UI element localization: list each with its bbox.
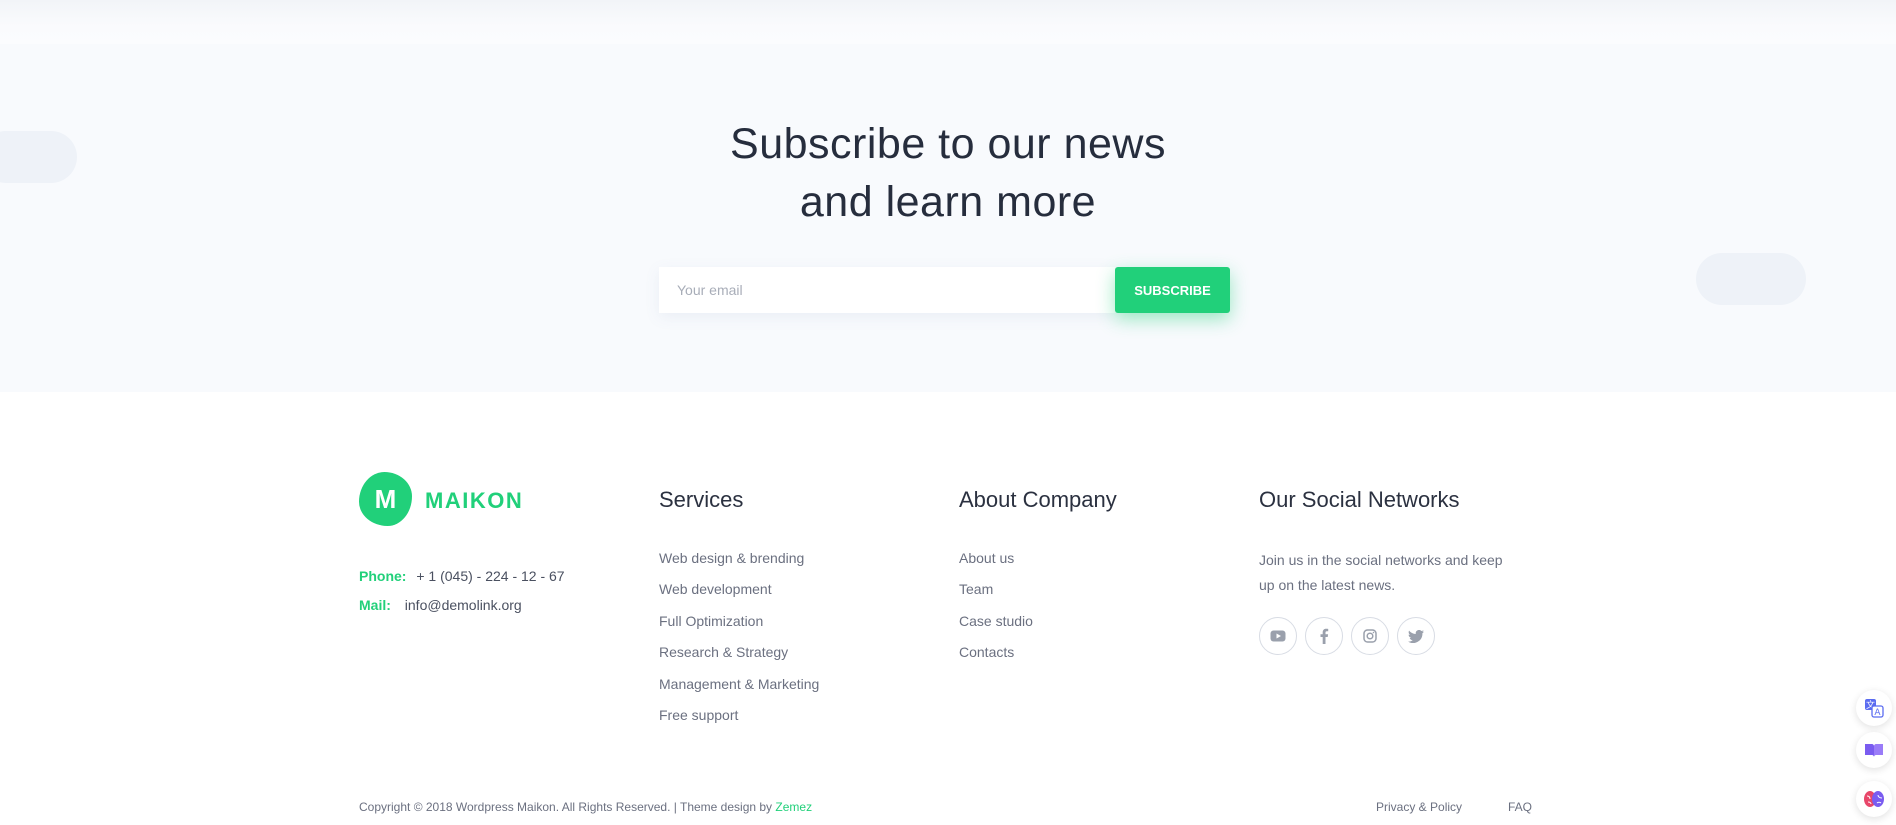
twitter-icon[interactable] bbox=[1397, 617, 1435, 655]
services-link[interactable]: Full Optimization bbox=[659, 613, 763, 629]
about-link[interactable]: Case studio bbox=[959, 613, 1033, 629]
brain-icon[interactable] bbox=[1856, 781, 1892, 817]
logo[interactable]: M MAIKON bbox=[359, 472, 529, 528]
services-link[interactable]: Web development bbox=[659, 581, 772, 597]
about-link[interactable]: About us bbox=[959, 550, 1014, 566]
subscribe-title-line1: Subscribe to our news bbox=[730, 120, 1166, 168]
youtube-icon[interactable] bbox=[1259, 617, 1297, 655]
services-link[interactable]: Free support bbox=[659, 707, 738, 723]
faq-link[interactable]: FAQ bbox=[1508, 800, 1532, 814]
reader-icon[interactable] bbox=[1856, 732, 1892, 768]
phone-link[interactable]: + 1 (045) - 224 - 12 - 67 bbox=[416, 568, 564, 584]
privacy-policy-link[interactable]: Privacy & Policy bbox=[1376, 800, 1462, 814]
svg-text:A: A bbox=[1874, 708, 1881, 718]
mail-label: Mail: bbox=[359, 597, 391, 613]
decorative-pill bbox=[1696, 253, 1806, 305]
translate-icon[interactable]: 文A bbox=[1856, 690, 1892, 726]
contact-mail: Mail: info@demolink.org bbox=[359, 597, 522, 613]
designer-link[interactable]: Zemez bbox=[775, 800, 812, 814]
copyright-text: Copyright © 2018 Wordpress Maikon. All R… bbox=[359, 800, 812, 814]
subscribe-form: SUBSCRIBE bbox=[659, 267, 1230, 313]
header-shadow-strip bbox=[0, 0, 1896, 44]
logo-mark: M bbox=[359, 472, 412, 526]
email-input[interactable] bbox=[659, 267, 1115, 313]
instagram-icon[interactable] bbox=[1351, 617, 1389, 655]
social-title: Our Social Networks bbox=[1259, 487, 1460, 512]
contact-phone: Phone: + 1 (045) - 224 - 12 - 67 bbox=[359, 568, 565, 584]
services-link[interactable]: Web design & brending bbox=[659, 550, 804, 566]
services-link[interactable]: Research & Strategy bbox=[659, 644, 788, 660]
facebook-icon[interactable] bbox=[1305, 617, 1343, 655]
about-link[interactable]: Team bbox=[959, 581, 993, 597]
about-link[interactable]: Contacts bbox=[959, 644, 1014, 660]
mail-link[interactable]: info@demolink.org bbox=[405, 597, 522, 613]
services-link[interactable]: Management & Marketing bbox=[659, 676, 819, 692]
subscribe-button[interactable]: SUBSCRIBE bbox=[1115, 267, 1230, 313]
social-description: Join us in the social networks and keep … bbox=[1259, 552, 1503, 593]
logo-text: MAIKON bbox=[425, 488, 524, 513]
subscribe-title-line2: and learn more bbox=[799, 178, 1097, 226]
services-title: Services bbox=[659, 487, 744, 512]
footer bbox=[0, 392, 1896, 825]
copyright-label: Copyright © 2018 Wordpress Maikon. All R… bbox=[359, 800, 776, 814]
phone-label: Phone: bbox=[359, 568, 407, 584]
about-title: About Company bbox=[959, 487, 1117, 512]
